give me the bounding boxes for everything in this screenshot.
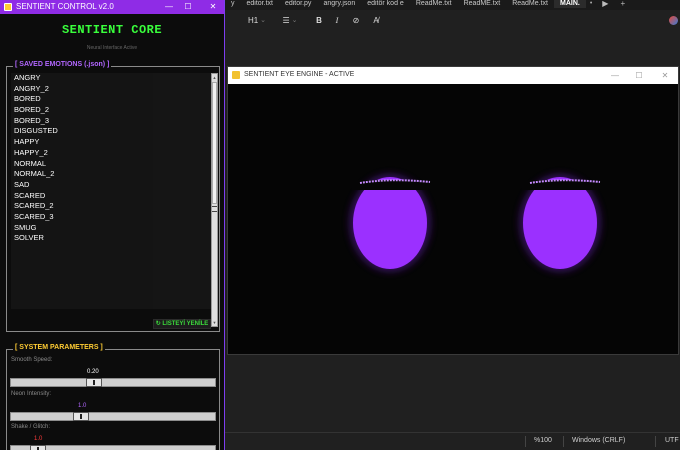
clear-format-icon[interactable]: A̸	[369, 13, 383, 27]
tab-editor-txt[interactable]: editor.txt	[241, 0, 279, 8]
emotions-list[interactable]: ANGRY ANGRY_2 BORED BORED_2 BORED_3 DISG…	[11, 73, 153, 309]
list-item[interactable]: NORMAL_2	[11, 169, 153, 180]
refresh-list-button[interactable]: ↻ LISTEYİ YENİLE	[153, 319, 211, 329]
list-item[interactable]: BORED_2	[11, 105, 153, 116]
system-parameters-legend: [ SYSTEM PARAMETERS ]	[13, 344, 105, 351]
chevron-down-icon: ⌄	[291, 17, 298, 24]
scrollbar-grip[interactable]	[212, 206, 217, 212]
heading-label: H1	[247, 15, 259, 25]
emotions-list-blank-area	[153, 73, 211, 309]
tab-scroll-icon[interactable]: ▶	[596, 0, 614, 8]
tab-readme-1[interactable]: ReadMe.txt	[410, 0, 458, 8]
tab-readme-2[interactable]: ReadME.txt	[458, 0, 507, 8]
list-item[interactable]: ANGRY	[11, 73, 153, 84]
maximize-button[interactable]: ☐	[178, 0, 198, 14]
window-title: SENTIENT CONTROL v2.0	[16, 2, 114, 11]
scroll-down-icon[interactable]: ▼	[212, 319, 217, 326]
tab-y[interactable]: y	[225, 0, 241, 8]
app-subtitle: Neural Interface Active	[86, 45, 138, 51]
new-tab-button[interactable]: +	[614, 0, 631, 8]
list-item[interactable]: SMUG	[11, 223, 153, 234]
sentient-control-window: SENTIENT CONTROL v2.0 — ☐ ✕ SENTIENT COR…	[0, 0, 225, 450]
scroll-up-icon[interactable]: ▲	[212, 74, 217, 81]
saved-emotions-panel: [ SAVED EMOTIONS (.json) ] ANGRY ANGRY_2…	[6, 61, 220, 332]
status-bar: %100 Windows (CRLF) UTF	[225, 432, 680, 450]
list-icon: ☰	[282, 15, 290, 25]
slider-handle[interactable]	[86, 378, 102, 387]
chevron-down-icon: ⌄	[260, 17, 267, 24]
close-button[interactable]: ✕	[203, 0, 223, 14]
system-parameters-panel: [ SYSTEM PARAMETERS ] Smooth Speed: 0.20…	[6, 344, 220, 450]
pygame-snake-icon	[232, 71, 240, 79]
minimize-button[interactable]: —	[159, 0, 179, 14]
status-divider	[655, 436, 656, 447]
app-feather-icon	[4, 3, 12, 11]
tab-main[interactable]: MAIN.	[553, 0, 586, 8]
shake-glitch-value: 1.0	[34, 436, 43, 442]
list-item[interactable]: SCARED_2	[11, 201, 153, 212]
scrollbar-thumb[interactable]	[212, 82, 217, 204]
smooth-speed-value: 0.20	[87, 369, 99, 375]
emotions-scrollbar[interactable]: ▲ ▼	[211, 73, 218, 327]
saved-emotions-legend: [ SAVED EMOTIONS (.json) ]	[13, 61, 112, 68]
smooth-speed-label: Smooth Speed:	[11, 357, 53, 363]
app-title: SENTIENT CORE	[61, 23, 163, 37]
close-button[interactable]: ✕	[652, 67, 678, 84]
heading-dropdown[interactable]: H1 ⌄	[245, 13, 269, 27]
list-item[interactable]: DISGUSTED	[11, 126, 153, 137]
left-eye	[350, 175, 431, 271]
neon-intensity-label: Neon Intensity:	[11, 391, 52, 397]
tab-editor-py[interactable]: editor.py	[279, 0, 317, 8]
italic-button[interactable]: I	[331, 13, 343, 27]
tab-readme-3[interactable]: ReadMe.txt	[506, 0, 554, 8]
neon-intensity-value: 1.0	[78, 403, 87, 409]
eye-engine-window: SENTIENT EYE ENGINE - ACTIVE — ☐ ✕	[227, 66, 679, 355]
list-item[interactable]: SOLVER	[11, 233, 153, 244]
eye-canvas	[350, 175, 601, 271]
list-item[interactable]: HAPPY	[11, 137, 153, 148]
smooth-speed-slider[interactable]	[10, 378, 216, 387]
list-item[interactable]: ANGRY_2	[11, 84, 153, 95]
shake-glitch-slider[interactable]	[10, 445, 216, 450]
minimize-button[interactable]: —	[602, 67, 628, 84]
right-eye	[520, 175, 601, 271]
eye-engine-title-bar[interactable]: SENTIENT EYE ENGINE - ACTIVE — ☐ ✕	[228, 67, 678, 84]
list-dropdown[interactable]: ☰ ⌄	[279, 13, 301, 27]
neon-intensity-slider[interactable]	[10, 412, 216, 421]
editor-tab-bar: y editor.txt editor.py angry.json editör…	[225, 0, 680, 10]
zoom-level[interactable]: %100	[534, 437, 552, 444]
control-title-bar[interactable]: SENTIENT CONTROL v2.0 — ☐ ✕	[0, 0, 224, 14]
line-ending[interactable]: Windows (CRLF)	[572, 437, 625, 444]
list-item[interactable]: NORMAL	[11, 159, 153, 170]
slider-handle[interactable]	[73, 412, 89, 421]
list-item[interactable]: SCARED	[11, 191, 153, 202]
list-item[interactable]: HAPPY_2	[11, 148, 153, 159]
tab-editor-kod[interactable]: editör kod e	[361, 0, 410, 8]
tab-angry-json[interactable]: angry.json	[317, 0, 361, 8]
eye-engine-title: SENTIENT EYE ENGINE - ACTIVE	[244, 71, 355, 78]
link-icon[interactable]: ⊘	[349, 13, 363, 27]
list-item[interactable]: BORED	[11, 94, 153, 105]
slider-handle[interactable]	[30, 445, 46, 450]
maximize-button[interactable]: ☐	[626, 67, 652, 84]
list-item[interactable]: BORED_3	[11, 116, 153, 127]
list-item[interactable]: SAD	[11, 180, 153, 191]
list-item[interactable]: SCARED_3	[11, 212, 153, 223]
formatting-toolbar: H1 ⌄ ☰ ⌄ B I ⊘ A̸	[225, 10, 680, 30]
status-divider	[525, 436, 526, 447]
unsaved-dot-icon[interactable]: •	[586, 0, 596, 8]
status-divider	[563, 436, 564, 447]
bold-button[interactable]: B	[313, 13, 325, 27]
shake-glitch-label: Shake / Glitch:	[11, 424, 51, 430]
encoding[interactable]: UTF	[665, 437, 679, 444]
